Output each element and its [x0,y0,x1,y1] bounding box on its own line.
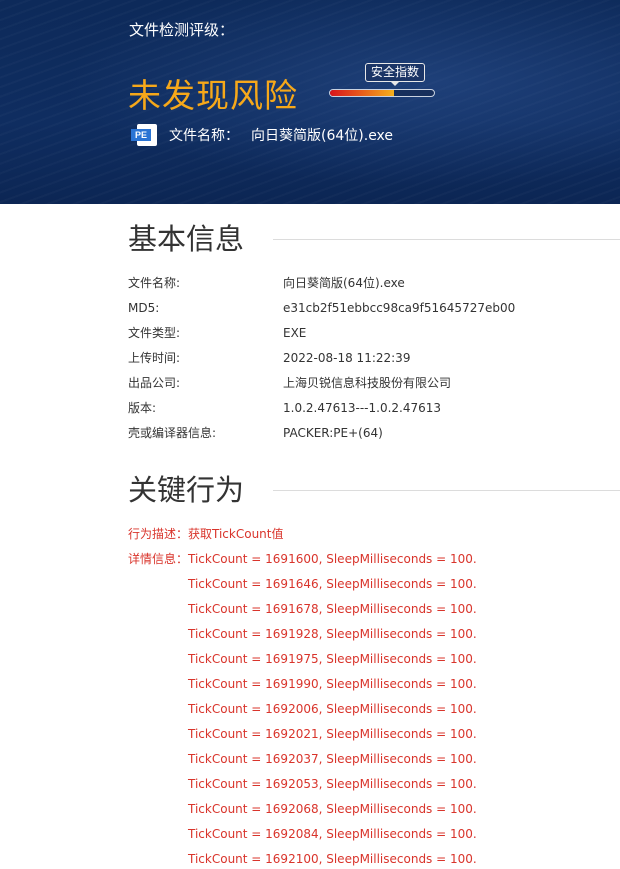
detail-line: TickCount = 1692084, SleepMilliseconds =… [188,827,477,841]
info-label: 文件类型: [128,326,181,340]
behavior-desc-value: 获取TickCount值 [188,527,284,541]
detail-line: TickCount = 1692100, SleepMilliseconds =… [188,852,477,866]
info-label: 上传时间: [128,351,181,365]
safety-index-badge: 安全指数 [365,63,426,86]
info-value: EXE [283,326,307,340]
rating-banner: 文件检测评级： 未发现风险 安全指数 PE 文件名称： 向日葵简版(64位).e… [0,0,620,204]
info-value: 2022-08-18 11:22:39 [283,351,411,365]
info-value: 向日葵简版(64位).exe [283,276,405,290]
safety-index-fill [330,90,395,96]
info-row-packer: 壳或编译器信息: PACKER:PE+(64) [128,424,608,442]
detail-line: TickCount = 1691600, SleepMilliseconds =… [188,552,477,566]
detail-line: TickCount = 1691990, SleepMilliseconds =… [188,677,477,691]
info-value: PACKER:PE+(64) [283,426,383,440]
detail-line: TickCount = 1692037, SleepMilliseconds =… [188,752,477,766]
info-label: 壳或编译器信息: [128,426,217,440]
key-behavior-title: 关键行为 [128,473,245,507]
info-row-file-type: 文件类型: EXE [128,324,608,342]
info-label: MD5: [128,301,160,315]
safety-index-track [329,89,435,97]
file-name-label: 文件名称： [169,128,239,144]
info-value: e31cb2f51ebbcc98ca9f51645727eb00 [283,301,516,315]
pe-file-icon-text: PE [131,129,151,141]
detail-line: TickCount = 1692021, SleepMilliseconds =… [188,727,477,741]
detail-line: TickCount = 1692053, SleepMilliseconds =… [188,777,477,791]
behavior-detail-label: 详情信息： [128,552,189,566]
rating-label: 文件检测评级： [129,21,235,39]
pe-file-icon: PE [131,124,163,146]
info-value: 上海贝锐信息科技股份有限公司 [283,376,452,390]
info-label: 文件名称: [128,276,181,290]
info-row-version: 版本: 1.0.2.47613---1.0.2.47613 [128,399,608,417]
behavior-desc-label: 行为描述： [128,527,189,541]
info-row-md5: MD5: e31cb2f51ebbcc98ca9f51645727eb00 [128,299,608,317]
detail-line: TickCount = 1691646, SleepMilliseconds =… [188,577,477,591]
info-row-upload-time: 上传时间: 2022-08-18 11:22:39 [128,349,608,367]
key-behavior-divider [273,490,620,491]
detail-line: TickCount = 1691975, SleepMilliseconds =… [188,652,477,666]
detail-line: TickCount = 1691928, SleepMilliseconds =… [188,627,477,641]
safety-index-meter: 安全指数 [329,63,437,99]
info-label: 版本: [128,401,157,415]
file-name-line: PE 文件名称： 向日葵简版(64位).exe [131,124,393,146]
file-name-value: 向日葵简版(64位).exe [251,128,394,144]
detail-line: TickCount = 1692068, SleepMilliseconds =… [188,802,477,816]
basic-info-title: 基本信息 [128,222,245,256]
detail-line: TickCount = 1692006, SleepMilliseconds =… [188,702,477,716]
detail-line: TickCount = 1691678, SleepMilliseconds =… [188,602,477,616]
risk-result: 未发现风险 [128,76,298,115]
info-row-file-name: 文件名称: 向日葵简版(64位).exe [128,274,608,292]
info-value: 1.0.2.47613---1.0.2.47613 [283,401,442,415]
info-label: 出品公司: [128,376,181,390]
info-row-company: 出品公司: 上海贝锐信息科技股份有限公司 [128,374,608,392]
basic-info-divider [273,239,620,240]
